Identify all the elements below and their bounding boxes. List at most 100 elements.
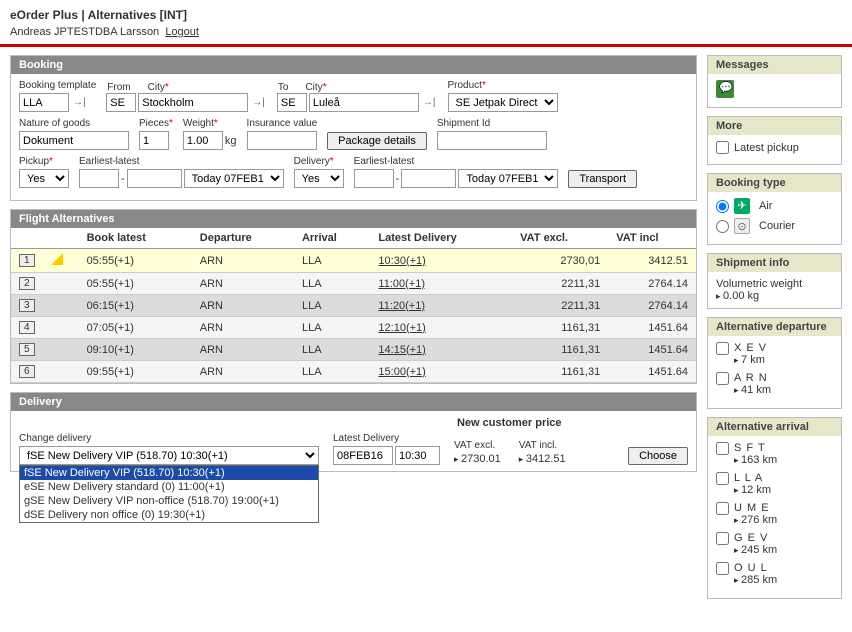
air-label: Air: [759, 200, 772, 212]
from-city-input[interactable]: [138, 93, 248, 112]
delivery-title: Delivery: [11, 393, 696, 411]
airport-distance: 7 km: [734, 354, 767, 366]
product-select[interactable]: SE Jetpak Direct: [448, 93, 558, 112]
alternative-checkbox[interactable]: [716, 372, 729, 385]
alt-dep-panel: Alternative departure X E V 7 km A R N 4…: [707, 317, 842, 409]
pickup-select[interactable]: Yes: [19, 169, 69, 188]
air-radio[interactable]: [716, 200, 729, 213]
row-number-button[interactable]: 1: [19, 254, 35, 267]
latest-delivery-link[interactable]: 11:00(+1): [378, 278, 425, 290]
latest-delivery-link[interactable]: 12:10(+1): [378, 322, 425, 334]
weight-input[interactable]: [183, 131, 223, 150]
latest-delivery-link[interactable]: 15:00(+1): [378, 366, 425, 378]
ld-date-input[interactable]: [333, 446, 393, 465]
pickup-early-input[interactable]: [79, 169, 119, 188]
table-row[interactable]: 4 07:05(+1) ARN LLA 12:10(+1) 1161,31 14…: [11, 317, 696, 339]
table-row[interactable]: 5 09:10(+1) ARN LLA 14:15(+1) 1161,31 14…: [11, 339, 696, 361]
row-number-button[interactable]: 6: [19, 365, 35, 378]
table-row[interactable]: 6 09:55(+1) ARN LLA 15:00(+1) 1161,31 14…: [11, 361, 696, 383]
vex-cell: 1161,31: [512, 361, 608, 383]
template-input[interactable]: [19, 93, 69, 112]
airplane-icon: ✈: [734, 198, 750, 214]
courier-label: Courier: [759, 220, 795, 232]
alternative-checkbox[interactable]: [716, 502, 729, 515]
delivery-late-input[interactable]: [401, 169, 456, 188]
dropdown-option[interactable]: gSE New Delivery VIP non-office (518.70)…: [20, 494, 318, 508]
logout-link[interactable]: Logout: [165, 26, 199, 38]
airport-distance: 245 km: [734, 544, 777, 556]
nature-input[interactable]: [19, 131, 129, 150]
insurance-input[interactable]: [247, 131, 317, 150]
booking-type-panel: Booking type ✈ Air ⊙ Courier: [707, 173, 842, 245]
vin-label: VAT incl.: [519, 440, 566, 451]
delivery-select[interactable]: Yes: [294, 169, 344, 188]
nature-label: Nature of goods: [19, 118, 129, 129]
arr-cell: LLA: [294, 317, 370, 339]
ncp-heading: New customer price: [457, 417, 688, 429]
pieces-input[interactable]: [139, 131, 169, 150]
shipment-label: Shipment Id: [437, 118, 547, 129]
ld-time-input[interactable]: [395, 446, 440, 465]
vex-cell: 2730,01: [512, 249, 608, 273]
table-row[interactable]: 1 05:55(+1) ARN LLA 10:30(+1) 2730,01 34…: [11, 249, 696, 273]
dropdown-option[interactable]: fSE New Delivery VIP (518.70) 10:30(+1): [20, 466, 318, 480]
alt-arr-panel: Alternative arrival S F T 163 km L L A 1…: [707, 417, 842, 599]
col-arr: Arrival: [294, 228, 370, 249]
from-country-input[interactable]: [106, 93, 136, 112]
latest-pickup-checkbox[interactable]: [716, 141, 729, 154]
latest-delivery-link[interactable]: 11:20(+1): [378, 300, 425, 312]
airport-code: L L A: [734, 472, 771, 484]
row-number-button[interactable]: 5: [19, 343, 35, 356]
dropdown-option[interactable]: eSE New Delivery standard (0) 11:00(+1): [20, 480, 318, 494]
message-icon[interactable]: [716, 80, 734, 98]
alternative-item: A R N 41 km: [716, 372, 833, 396]
delivery-label: Delivery: [294, 156, 330, 167]
book-cell: 07:05(+1): [79, 317, 192, 339]
alternative-checkbox[interactable]: [716, 472, 729, 485]
alternative-checkbox[interactable]: [716, 342, 729, 355]
arr-cell: LLA: [294, 361, 370, 383]
delivery-date-select[interactable]: Today 07FEB16: [458, 169, 558, 188]
arr-cell: LLA: [294, 295, 370, 317]
choose-button[interactable]: Choose: [628, 447, 688, 465]
alternative-checkbox[interactable]: [716, 562, 729, 575]
product-label: Product: [448, 80, 482, 91]
latest-delivery-link[interactable]: 14:15(+1): [378, 344, 425, 356]
template-label: Booking template: [19, 80, 96, 91]
col-book: Book latest: [79, 228, 192, 249]
delivery-early-input[interactable]: [354, 169, 394, 188]
alternative-checkbox[interactable]: [716, 442, 729, 455]
to-country-input[interactable]: [277, 93, 307, 112]
row-number-button[interactable]: 3: [19, 299, 35, 312]
alternative-checkbox[interactable]: [716, 532, 729, 545]
flights-panel: Flight Alternatives Book latest Departur…: [10, 209, 697, 384]
dep-cell: ARN: [192, 317, 294, 339]
flights-title: Flight Alternatives: [11, 210, 696, 228]
alt-arr-title: Alternative arrival: [708, 418, 841, 436]
to-label: To: [278, 82, 289, 93]
alternative-item: X E V 7 km: [716, 342, 833, 366]
book-cell: 06:15(+1): [79, 295, 192, 317]
dropdown-option[interactable]: dSE Delivery non office (0) 19:30(+1): [20, 508, 318, 522]
latest-delivery-link[interactable]: 10:30(+1): [378, 255, 425, 267]
transport-button[interactable]: Transport: [568, 170, 637, 188]
pickup-date-select[interactable]: Today 07FEB16: [184, 169, 284, 188]
pickup-late-input[interactable]: [127, 169, 182, 188]
vex-label: VAT excl.: [454, 440, 501, 451]
weight-unit: kg: [225, 135, 237, 147]
table-row[interactable]: 3 06:15(+1) ARN LLA 11:20(+1) 2211,31 27…: [11, 295, 696, 317]
col-vex: VAT excl.: [512, 228, 608, 249]
selected-icon: [51, 253, 63, 265]
to-city-input[interactable]: [309, 93, 419, 112]
airport-distance: 276 km: [734, 514, 777, 526]
change-delivery-select[interactable]: fSE New Delivery VIP (518.70) 10:30(+1): [19, 446, 319, 465]
package-details-button[interactable]: Package details: [327, 132, 427, 150]
dep-cell: ARN: [192, 273, 294, 295]
airport-code: S F T: [734, 442, 777, 454]
row-number-button[interactable]: 4: [19, 321, 35, 334]
courier-radio[interactable]: [716, 220, 729, 233]
shipment-input[interactable]: [437, 131, 547, 150]
from-label: From: [107, 82, 130, 93]
table-row[interactable]: 2 05:55(+1) ARN LLA 11:00(+1) 2211,31 27…: [11, 273, 696, 295]
row-number-button[interactable]: 2: [19, 277, 35, 290]
